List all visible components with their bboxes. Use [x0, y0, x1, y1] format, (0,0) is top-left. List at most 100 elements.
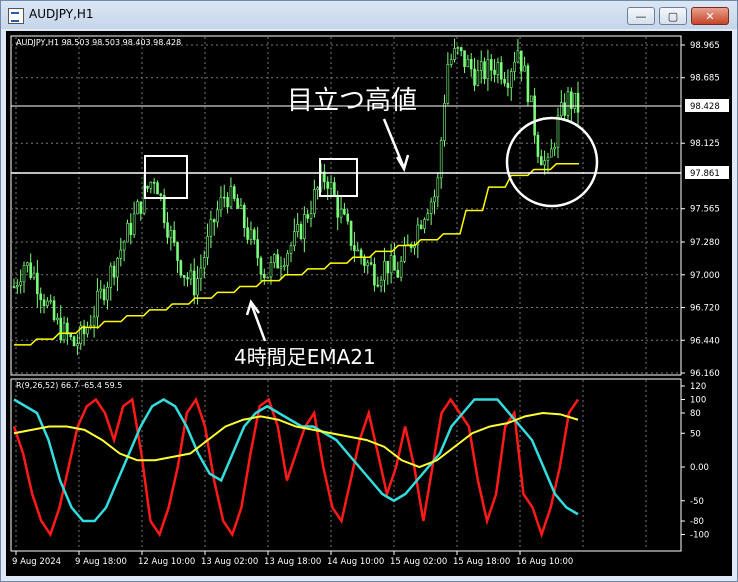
candle-body — [306, 214, 309, 219]
candle-body — [293, 231, 296, 247]
candle-body — [376, 284, 380, 287]
candle-body — [199, 267, 203, 279]
candle-body — [246, 227, 249, 240]
chart-area[interactable]: 目立つ高値 4時間足EMA21 AUDJPY,H1 98.503 98.503 … — [6, 31, 732, 576]
candle-body — [262, 273, 266, 279]
restore-button[interactable]: ▢ — [659, 7, 687, 25]
candle-body — [269, 262, 273, 278]
candle-body — [273, 254, 276, 263]
candle-body — [373, 263, 376, 286]
candle-body — [563, 102, 566, 116]
candle-body — [259, 257, 263, 275]
candle-body — [499, 62, 503, 80]
candle-body — [566, 91, 570, 116]
minimize-button[interactable]: — — [627, 7, 655, 25]
candle-body — [299, 224, 303, 240]
candle-body — [242, 204, 246, 228]
candle-body — [172, 229, 176, 243]
current-price-label: 98.428 — [690, 102, 720, 112]
candle-body — [219, 196, 223, 211]
candle-body — [26, 262, 29, 266]
candle-body — [433, 196, 436, 203]
candle-body — [329, 182, 333, 189]
chart-window-icon — [8, 8, 24, 24]
candle-body — [156, 182, 159, 195]
candle-body — [76, 343, 79, 347]
candle-body — [576, 92, 580, 113]
price-tick-label: 98.685 — [690, 74, 720, 84]
candle-body — [32, 272, 36, 278]
close-button[interactable]: ✕ — [691, 7, 729, 25]
chart-svg[interactable]: 目立つ高値 4時間足EMA21 AUDJPY,H1 98.503 98.503 … — [6, 31, 732, 576]
candle-body — [309, 213, 313, 219]
candle-body — [436, 177, 440, 198]
candle-body — [303, 214, 306, 240]
candle-body — [286, 253, 289, 266]
candle-body — [239, 204, 243, 209]
candle-body — [486, 59, 490, 80]
candle-body — [86, 327, 89, 335]
time-tick-label: 14 Aug 10:00 — [327, 557, 384, 567]
candle-body — [46, 300, 49, 307]
candle-body — [386, 260, 390, 274]
candle-body — [339, 208, 343, 218]
candle-body — [466, 58, 470, 68]
candle-body — [72, 336, 76, 347]
candle-body — [59, 317, 63, 341]
candle-body — [139, 201, 143, 214]
price-tick-label: 98.965 — [690, 41, 720, 51]
candle-body — [516, 50, 520, 63]
candle-body — [353, 245, 356, 251]
candle-body — [66, 322, 69, 335]
indicator-tick-label: -80 — [690, 517, 704, 527]
candle-body — [526, 65, 530, 103]
candle-body — [363, 257, 366, 266]
candle-body — [366, 262, 370, 266]
time-tick-label: 9 Aug 2024 — [12, 557, 61, 567]
candle-body — [439, 140, 443, 179]
candle-body — [236, 198, 239, 209]
time-axis: 9 Aug 2024 9 Aug 18:00 12 Aug 10:00 13 Aug … — [12, 551, 573, 567]
candle-body — [523, 65, 526, 72]
candle-body — [16, 285, 19, 288]
candle-body — [519, 50, 523, 72]
candle-body — [52, 300, 56, 321]
candle-body — [102, 288, 106, 301]
candle-body — [539, 156, 543, 166]
candle-body — [553, 146, 556, 150]
candle-body — [393, 255, 396, 271]
candle-body — [162, 195, 166, 223]
candle-body — [42, 299, 46, 307]
candle-body — [506, 82, 510, 88]
candle-body — [343, 208, 346, 215]
time-tick-label: 13 Aug 02:00 — [201, 557, 258, 567]
candle-body — [49, 300, 53, 303]
candle-body — [349, 220, 353, 246]
price-tick-label: 96.720 — [690, 304, 720, 314]
candle-body — [129, 222, 133, 235]
candle-body — [496, 62, 500, 75]
indicator-tick-label: 120 — [690, 382, 706, 392]
price-tick-label: 98.125 — [690, 139, 720, 149]
chart-info-line: AUDJPY,H1 98.503 98.503 98.403 98.428 — [16, 38, 181, 47]
indicator-red-line — [12, 396, 580, 539]
candle-body — [469, 58, 473, 70]
candle-body — [122, 241, 126, 251]
time-tick-label: 15 Aug 18:00 — [453, 557, 510, 567]
candle-body — [313, 189, 316, 214]
candle-body — [503, 78, 506, 84]
candle-body — [169, 229, 173, 238]
candle-body — [489, 59, 493, 71]
candle-body — [296, 224, 299, 232]
candle-body — [283, 265, 286, 268]
candle-body — [202, 257, 206, 269]
price-tick-label: 96.440 — [690, 336, 720, 346]
candle-body — [56, 317, 59, 321]
candle-body — [403, 244, 406, 262]
candle-body — [206, 236, 209, 258]
candle-body — [192, 270, 196, 296]
candle-body — [456, 47, 460, 49]
indicator-tick-label: -100 — [690, 531, 709, 541]
title-bar[interactable]: AUDJPY,H1 — ▢ ✕ — [1, 1, 737, 29]
candle-body — [369, 262, 373, 265]
